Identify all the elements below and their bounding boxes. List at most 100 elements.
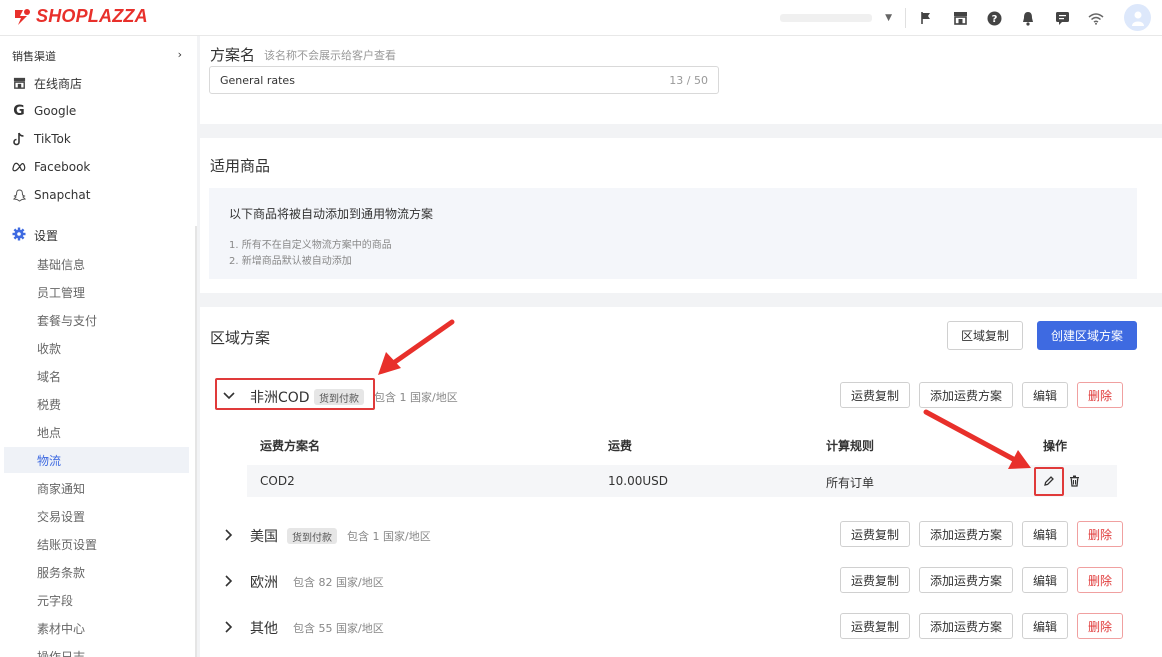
plan-name-hint: 该名称不会展示给客户查看 xyxy=(264,49,396,62)
chevron-right-icon[interactable] xyxy=(222,574,236,588)
sidebar-item-label: 素材中心 xyxy=(37,621,86,636)
store-icon xyxy=(12,76,26,90)
create-region-button[interactable]: 创建区域方案 xyxy=(1037,321,1137,350)
delete-zone-button[interactable]: 删除 xyxy=(1077,567,1123,593)
goods-info-box: 以下商品将被自动添加到通用物流方案 1. 所有不在自定义物流方案中的商品 2. … xyxy=(209,188,1137,279)
sidebar-settings-item[interactable]: 操作日志 xyxy=(4,643,189,657)
top-bar: SHOPLAZZA ▼ ? xyxy=(0,0,1162,36)
sidebar-settings-item[interactable]: 商家通知 xyxy=(4,475,189,501)
delete-zone-button[interactable]: 删除 xyxy=(1077,521,1123,547)
sidebar-settings-item[interactable]: 税费 xyxy=(4,391,189,417)
sidebar-item-label: 地点 xyxy=(37,425,62,440)
sidebar-settings-item[interactable]: 基础信息 xyxy=(4,251,189,277)
add-rate-button[interactable]: 添加运费方案 xyxy=(919,521,1013,547)
sidebar-item-tiktok[interactable]: TikTok xyxy=(12,130,71,148)
flag-icon[interactable] xyxy=(917,9,935,27)
add-rate-button[interactable]: 添加运费方案 xyxy=(919,382,1013,408)
zone-name: 欧洲 xyxy=(250,575,278,591)
sidebar-item-label: 操作日志 xyxy=(37,649,86,657)
goods-title: 适用商品 xyxy=(210,157,271,175)
sidebar-settings-item[interactable]: 域名 xyxy=(4,363,189,389)
rate-rule: 所有订单 xyxy=(826,476,875,490)
add-rate-button[interactable]: 添加运费方案 xyxy=(919,613,1013,639)
zone-row: 其他 包含 55 国家/地区 xyxy=(200,612,1162,642)
sidebar-item-google[interactable]: G Google xyxy=(12,102,76,120)
sidebar-item-label: Snapchat xyxy=(34,188,91,202)
sidebar-settings-item[interactable]: 服务条款 xyxy=(4,559,189,585)
sidebar-settings-item[interactable]: 元字段 xyxy=(4,587,189,613)
wifi-icon[interactable] xyxy=(1087,9,1105,27)
zone-country-count: 包含 1 国家/地区 xyxy=(347,530,431,543)
brand-logo[interactable]: SHOPLAZZA xyxy=(12,6,148,27)
sidebar-item-label: 套餐与支付 xyxy=(37,313,98,328)
delete-zone-button[interactable]: 删除 xyxy=(1077,613,1123,639)
trash-icon[interactable] xyxy=(1066,473,1082,489)
sidebar-settings-item[interactable]: 员工管理 xyxy=(4,279,189,305)
brand-name: SHOPLAZZA xyxy=(36,6,148,26)
zone-row: 美国 货到付款 包含 1 国家/地区 xyxy=(200,520,1162,550)
sidebar-item-label: 在线商店 xyxy=(34,76,83,91)
sidebar-settings-item[interactable]: 套餐与支付 xyxy=(4,307,189,333)
store-selector[interactable]: ▼ xyxy=(780,9,892,27)
edit-zone-button[interactable]: 编辑 xyxy=(1022,613,1068,639)
goods-info-main: 以下商品将被自动添加到通用物流方案 xyxy=(229,207,434,221)
sidebar-settings-item[interactable]: 结账页设置 xyxy=(4,531,189,557)
highlight-box xyxy=(215,378,375,410)
plan-name-input[interactable]: General rates 13 / 50 xyxy=(209,66,719,94)
edit-zone-button[interactable]: 编辑 xyxy=(1022,521,1068,547)
sidebar-settings-item[interactable]: 地点 xyxy=(4,419,189,445)
edit-zone-button[interactable]: 编辑 xyxy=(1022,567,1068,593)
user-icon xyxy=(1131,11,1144,26)
region-title: 区域方案 xyxy=(210,329,271,347)
freight-copy-button[interactable]: 运费复制 xyxy=(840,521,910,547)
plan-name-card: 方案名 该名称不会展示给客户查看 General rates 13 / 50 xyxy=(200,36,1162,124)
sidebar-settings-item[interactable]: 素材中心 xyxy=(4,615,189,641)
chevron-right-icon[interactable] xyxy=(222,528,236,542)
sidebar-item-snapchat[interactable]: Snapchat xyxy=(12,186,90,204)
sidebar-item-settings[interactable]: 设置 xyxy=(12,227,58,244)
col-rate-name: 运费方案名 xyxy=(260,439,321,453)
sidebar-settings-item[interactable]: 交易设置 xyxy=(4,503,189,529)
zone-country-count: 包含 82 国家/地区 xyxy=(293,576,384,589)
sidebar-item-label: 收款 xyxy=(37,341,62,356)
sidebar-scrollbar[interactable] xyxy=(195,226,197,657)
col-action: 操作 xyxy=(1043,439,1068,453)
freight-copy-button[interactable]: 运费复制 xyxy=(840,613,910,639)
chevron-right-icon[interactable] xyxy=(222,620,236,634)
avatar[interactable] xyxy=(1124,4,1151,31)
freight-copy-button[interactable]: 运费复制 xyxy=(840,382,910,408)
chevron-down-icon: ▼ xyxy=(885,13,892,23)
applicable-goods-card: 适用商品 以下商品将被自动添加到通用物流方案 1. 所有不在自定义物流方案中的商… xyxy=(200,138,1162,293)
sidebar-settings-item[interactable]: 物流 xyxy=(4,447,189,473)
sidebar-item-label: Facebook xyxy=(34,160,91,174)
sidebar-item-online-store[interactable]: 在线商店 xyxy=(12,74,82,92)
bell-icon[interactable] xyxy=(1019,9,1037,27)
sidebar-item-label: 员工管理 xyxy=(37,285,86,300)
freight-copy-button[interactable]: 运费复制 xyxy=(840,567,910,593)
sidebar-item-label: 商家通知 xyxy=(37,481,86,496)
help-icon[interactable]: ? xyxy=(985,9,1003,27)
region-copy-button[interactable]: 区域复制 xyxy=(947,321,1023,350)
add-rate-button[interactable]: 添加运费方案 xyxy=(919,567,1013,593)
plan-name-value: General rates xyxy=(220,73,295,87)
gear-icon xyxy=(12,227,26,244)
table-row: COD2 10.00USD 所有订单 xyxy=(247,465,1117,497)
sidebar-item-facebook[interactable]: Facebook xyxy=(12,158,90,176)
delete-zone-button[interactable]: 删除 xyxy=(1077,382,1123,408)
svg-text:?: ? xyxy=(991,14,997,25)
sidebar-item-label: 物流 xyxy=(37,453,62,468)
highlight-box xyxy=(1034,467,1064,496)
sidebar-settings-item[interactable]: 收款 xyxy=(4,335,189,361)
rates-table-header: 运费方案名 运费 计算规则 操作 xyxy=(247,435,1117,455)
edit-zone-button[interactable]: 编辑 xyxy=(1022,382,1068,408)
zone-country-count: 包含 55 国家/地区 xyxy=(293,622,384,635)
meta-icon xyxy=(12,160,26,174)
rate-fee: 10.00USD xyxy=(608,474,668,488)
sales-channel-header[interactable]: 销售渠道 › xyxy=(12,48,182,64)
goods-info-line: 1. 所有不在自定义物流方案中的商品 xyxy=(229,240,392,251)
sidebar: 销售渠道 › 在线商店 G Google TikTok Facebook Sna… xyxy=(0,36,197,657)
message-icon[interactable] xyxy=(1053,9,1071,27)
region-plan-card: 区域方案 区域复制 创建区域方案 非洲COD 货到付款 包含 1 国家/地区 美… xyxy=(200,307,1162,657)
store-icon[interactable] xyxy=(951,9,969,27)
rate-name: COD2 xyxy=(260,474,295,488)
